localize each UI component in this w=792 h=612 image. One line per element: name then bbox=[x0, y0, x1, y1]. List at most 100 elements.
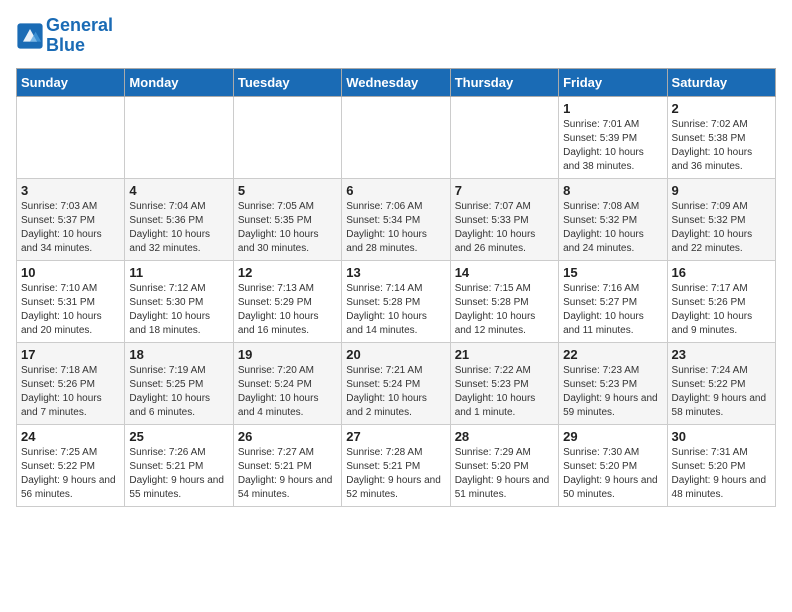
calendar-cell: 2 Sunrise: 7:02 AM Sunset: 5:38 PM Daylig… bbox=[667, 96, 775, 178]
day-info: Sunrise: 7:04 AM Sunset: 5:36 PM Dayligh… bbox=[129, 200, 228, 256]
calendar-cell: 12 Sunrise: 7:13 AM Sunset: 5:29 PM Dayli… bbox=[233, 260, 341, 342]
day-info: Sunrise: 7:13 AM Sunset: 5:29 PM Dayligh… bbox=[238, 282, 337, 338]
day-info: Sunrise: 7:01 AM Sunset: 5:39 PM Dayligh… bbox=[563, 118, 662, 174]
day-number: 26 bbox=[238, 429, 337, 444]
day-number: 30 bbox=[672, 429, 771, 444]
day-number: 18 bbox=[129, 347, 228, 362]
calendar-header-row: SundayMondayTuesdayWednesdayThursdayFrid… bbox=[17, 68, 776, 96]
calendar-week-row: 24 Sunrise: 7:25 AM Sunset: 5:22 PM Dayli… bbox=[17, 424, 776, 506]
calendar-cell: 5 Sunrise: 7:05 AM Sunset: 5:35 PM Daylig… bbox=[233, 178, 341, 260]
calendar-cell: 24 Sunrise: 7:25 AM Sunset: 5:22 PM Dayli… bbox=[17, 424, 125, 506]
calendar-cell: 3 Sunrise: 7:03 AM Sunset: 5:37 PM Daylig… bbox=[17, 178, 125, 260]
day-info: Sunrise: 7:25 AM Sunset: 5:22 PM Dayligh… bbox=[21, 446, 120, 502]
calendar-cell: 28 Sunrise: 7:29 AM Sunset: 5:20 PM Dayli… bbox=[450, 424, 558, 506]
day-number: 7 bbox=[455, 183, 554, 198]
day-number: 28 bbox=[455, 429, 554, 444]
day-info: Sunrise: 7:15 AM Sunset: 5:28 PM Dayligh… bbox=[455, 282, 554, 338]
calendar-cell bbox=[17, 96, 125, 178]
calendar-cell: 19 Sunrise: 7:20 AM Sunset: 5:24 PM Dayli… bbox=[233, 342, 341, 424]
day-info: Sunrise: 7:30 AM Sunset: 5:20 PM Dayligh… bbox=[563, 446, 662, 502]
day-number: 13 bbox=[346, 265, 445, 280]
calendar-cell bbox=[233, 96, 341, 178]
day-number: 24 bbox=[21, 429, 120, 444]
logo: General Blue bbox=[16, 16, 113, 56]
calendar-cell: 13 Sunrise: 7:14 AM Sunset: 5:28 PM Dayli… bbox=[342, 260, 450, 342]
calendar-cell: 21Sunrise: 7:22 AM Sunset: 5:23 PM Dayli… bbox=[450, 342, 558, 424]
day-number: 27 bbox=[346, 429, 445, 444]
day-info: Sunrise: 7:29 AM Sunset: 5:20 PM Dayligh… bbox=[455, 446, 554, 502]
calendar-week-row: 10 Sunrise: 7:10 AM Sunset: 5:31 PM Dayli… bbox=[17, 260, 776, 342]
day-info: Sunrise: 7:05 AM Sunset: 5:35 PM Dayligh… bbox=[238, 200, 337, 256]
calendar-week-row: 17 Sunrise: 7:18 AM Sunset: 5:26 PM Dayli… bbox=[17, 342, 776, 424]
day-number: 23 bbox=[672, 347, 771, 362]
day-info: Sunrise: 7:12 AM Sunset: 5:30 PM Dayligh… bbox=[129, 282, 228, 338]
day-info: Sunrise: 7:18 AM Sunset: 5:26 PM Dayligh… bbox=[21, 364, 120, 420]
weekday-header: Saturday bbox=[667, 68, 775, 96]
day-number: 16 bbox=[672, 265, 771, 280]
day-number: 8 bbox=[563, 183, 662, 198]
calendar-week-row: 1 Sunrise: 7:01 AM Sunset: 5:39 PM Daylig… bbox=[17, 96, 776, 178]
calendar-body: 1 Sunrise: 7:01 AM Sunset: 5:39 PM Daylig… bbox=[17, 96, 776, 506]
day-number: 19 bbox=[238, 347, 337, 362]
day-info: Sunrise: 7:02 AM Sunset: 5:38 PM Dayligh… bbox=[672, 118, 771, 174]
calendar-cell: 27 Sunrise: 7:28 AM Sunset: 5:21 PM Dayli… bbox=[342, 424, 450, 506]
day-number: 11 bbox=[129, 265, 228, 280]
calendar-table: SundayMondayTuesdayWednesdayThursdayFrid… bbox=[16, 68, 776, 507]
calendar-week-row: 3 Sunrise: 7:03 AM Sunset: 5:37 PM Daylig… bbox=[17, 178, 776, 260]
calendar-cell: 6 Sunrise: 7:06 AM Sunset: 5:34 PM Daylig… bbox=[342, 178, 450, 260]
calendar-cell: 7 Sunrise: 7:07 AM Sunset: 5:33 PM Daylig… bbox=[450, 178, 558, 260]
calendar-cell: 25Sunrise: 7:26 AM Sunset: 5:21 PM Dayli… bbox=[125, 424, 233, 506]
day-number: 25 bbox=[129, 429, 228, 444]
day-number: 17 bbox=[21, 347, 120, 362]
weekday-header: Friday bbox=[559, 68, 667, 96]
calendar-cell: 16 Sunrise: 7:17 AM Sunset: 5:26 PM Dayli… bbox=[667, 260, 775, 342]
day-info: Sunrise: 7:03 AM Sunset: 5:37 PM Dayligh… bbox=[21, 200, 120, 256]
calendar-cell: 4 Sunrise: 7:04 AM Sunset: 5:36 PM Daylig… bbox=[125, 178, 233, 260]
day-info: Sunrise: 7:28 AM Sunset: 5:21 PM Dayligh… bbox=[346, 446, 445, 502]
calendar-cell: 22Sunrise: 7:23 AM Sunset: 5:23 PM Dayli… bbox=[559, 342, 667, 424]
calendar-cell: 30 Sunrise: 7:31 AM Sunset: 5:20 PM Dayli… bbox=[667, 424, 775, 506]
day-number: 29 bbox=[563, 429, 662, 444]
day-number: 9 bbox=[672, 183, 771, 198]
day-info: Sunrise: 7:06 AM Sunset: 5:34 PM Dayligh… bbox=[346, 200, 445, 256]
calendar-cell bbox=[125, 96, 233, 178]
day-number: 6 bbox=[346, 183, 445, 198]
day-number: 12 bbox=[238, 265, 337, 280]
weekday-header: Tuesday bbox=[233, 68, 341, 96]
calendar-cell bbox=[450, 96, 558, 178]
calendar-cell: 23 Sunrise: 7:24 AM Sunset: 5:22 PM Dayli… bbox=[667, 342, 775, 424]
day-number: 20 bbox=[346, 347, 445, 362]
day-info: Sunrise: 7:09 AM Sunset: 5:32 PM Dayligh… bbox=[672, 200, 771, 256]
day-number: 3 bbox=[21, 183, 120, 198]
day-info: Sunrise: 7:08 AM Sunset: 5:32 PM Dayligh… bbox=[563, 200, 662, 256]
day-info: Sunrise: 7:14 AM Sunset: 5:28 PM Dayligh… bbox=[346, 282, 445, 338]
day-info: Sunrise: 7:17 AM Sunset: 5:26 PM Dayligh… bbox=[672, 282, 771, 338]
day-info: Sunrise: 7:21 AM Sunset: 5:24 PM Dayligh… bbox=[346, 364, 445, 420]
weekday-header: Wednesday bbox=[342, 68, 450, 96]
day-number: 10 bbox=[21, 265, 120, 280]
logo-icon bbox=[16, 22, 44, 50]
day-number: 2 bbox=[672, 101, 771, 116]
day-info: Sunrise: 7:22 AM Sunset: 5:23 PM Dayligh… bbox=[455, 364, 554, 420]
day-number: 1 bbox=[563, 101, 662, 116]
day-info: Sunrise: 7:07 AM Sunset: 5:33 PM Dayligh… bbox=[455, 200, 554, 256]
calendar-cell: 10 Sunrise: 7:10 AM Sunset: 5:31 PM Dayli… bbox=[17, 260, 125, 342]
calendar-cell: 26 Sunrise: 7:27 AM Sunset: 5:21 PM Dayli… bbox=[233, 424, 341, 506]
day-info: Sunrise: 7:20 AM Sunset: 5:24 PM Dayligh… bbox=[238, 364, 337, 420]
day-number: 4 bbox=[129, 183, 228, 198]
day-info: Sunrise: 7:10 AM Sunset: 5:31 PM Dayligh… bbox=[21, 282, 120, 338]
day-info: Sunrise: 7:31 AM Sunset: 5:20 PM Dayligh… bbox=[672, 446, 771, 502]
day-info: Sunrise: 7:27 AM Sunset: 5:21 PM Dayligh… bbox=[238, 446, 337, 502]
day-info: Sunrise: 7:16 AM Sunset: 5:27 PM Dayligh… bbox=[563, 282, 662, 338]
calendar-cell: 17 Sunrise: 7:18 AM Sunset: 5:26 PM Dayli… bbox=[17, 342, 125, 424]
calendar-cell: 18 Sunrise: 7:19 AM Sunset: 5:25 PM Dayli… bbox=[125, 342, 233, 424]
day-info: Sunrise: 7:24 AM Sunset: 5:22 PM Dayligh… bbox=[672, 364, 771, 420]
day-number: 5 bbox=[238, 183, 337, 198]
calendar-cell: 1 Sunrise: 7:01 AM Sunset: 5:39 PM Daylig… bbox=[559, 96, 667, 178]
day-number: 15 bbox=[563, 265, 662, 280]
calendar-cell: 15 Sunrise: 7:16 AM Sunset: 5:27 PM Dayli… bbox=[559, 260, 667, 342]
calendar-cell bbox=[342, 96, 450, 178]
day-info: Sunrise: 7:19 AM Sunset: 5:25 PM Dayligh… bbox=[129, 364, 228, 420]
day-number: 22 bbox=[563, 347, 662, 362]
calendar-cell: 20 Sunrise: 7:21 AM Sunset: 5:24 PM Dayli… bbox=[342, 342, 450, 424]
